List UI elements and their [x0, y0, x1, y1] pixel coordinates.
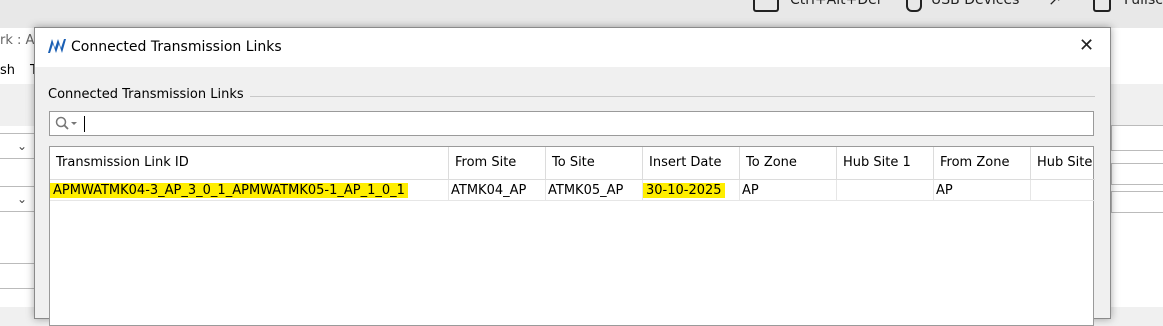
host-toolbar: Ctrl+Alt+Del USB Devices ↗ Fullsc [0, 0, 1163, 28]
background-right-box-1[interactable] [1111, 125, 1163, 151]
background-right-box-3[interactable] [1111, 191, 1163, 213]
dialog-titlebar[interactable]: Connected Transmission Links ✕ [35, 28, 1110, 67]
connected-links-dialog: Connected Transmission Links ✕ Connected… [34, 27, 1111, 326]
app-logo-icon [48, 39, 66, 53]
column-header-from-zone[interactable]: From Zone [934, 147, 1031, 180]
link-id-value: APMWATMK04-3_AP_3_0_1_APMWATMK05-1_AP_1_… [50, 183, 408, 198]
arrow-icon[interactable]: ↗ [1048, 0, 1061, 9]
cell-hub-site[interactable] [1031, 180, 1095, 201]
column-header-to-site[interactable]: To Site [546, 147, 643, 180]
insert-date-value: 30-10-2025 [643, 183, 725, 198]
links-table: Transmission Link ID From Site To Site I… [49, 146, 1095, 326]
cell-insert-date[interactable]: 30-10-2025 [643, 180, 740, 201]
search-icon[interactable] [54, 115, 80, 131]
column-header-from-site[interactable]: From Site [449, 147, 546, 180]
dialog-title: Connected Transmission Links [71, 39, 282, 55]
column-header-to-zone[interactable]: To Zone [740, 147, 837, 180]
background-title-fragment: rk : A [0, 33, 35, 48]
search-input[interactable] [49, 111, 1094, 136]
chevron-down-icon: ⌄ [17, 139, 28, 153]
cell-link-id[interactable]: APMWATMK04-3_AP_3_0_1_APMWATMK05-1_AP_1_… [50, 180, 449, 201]
cell-from-site[interactable]: ATMK04_AP [449, 180, 546, 201]
group-label: Connected Transmission Links [48, 87, 250, 102]
fullscreen-icon[interactable] [1093, 0, 1111, 12]
ctrl-alt-del-button[interactable]: Ctrl+Alt+Del [790, 0, 881, 8]
text-caret [84, 116, 85, 132]
cell-to-zone[interactable]: AP [740, 180, 837, 201]
cell-to-site[interactable]: ATMK05_AP [546, 180, 643, 201]
column-header-hub-site-1[interactable]: Hub Site 1 [837, 147, 934, 180]
background-right-box-2[interactable] [1111, 163, 1163, 185]
column-header-insert-date[interactable]: Insert Date [643, 147, 740, 180]
fullscreen-button[interactable]: Fullsc [1124, 0, 1163, 8]
chevron-down-icon: ⌄ [17, 192, 28, 206]
column-header-hub-site[interactable]: Hub Site [1031, 147, 1095, 180]
background-input[interactable] [0, 263, 36, 289]
cell-hub-site-1[interactable] [837, 180, 934, 201]
close-icon[interactable]: ✕ [1079, 37, 1094, 55]
usb-icon[interactable] [906, 0, 922, 12]
background-menu-fragment[interactable]: sh [0, 63, 15, 78]
cell-from-zone[interactable]: AP [934, 180, 1031, 201]
usb-devices-button[interactable]: USB Devices [931, 0, 1019, 8]
column-header-link-id[interactable]: Transmission Link ID [50, 147, 449, 180]
keyboard-icon[interactable] [753, 0, 779, 12]
